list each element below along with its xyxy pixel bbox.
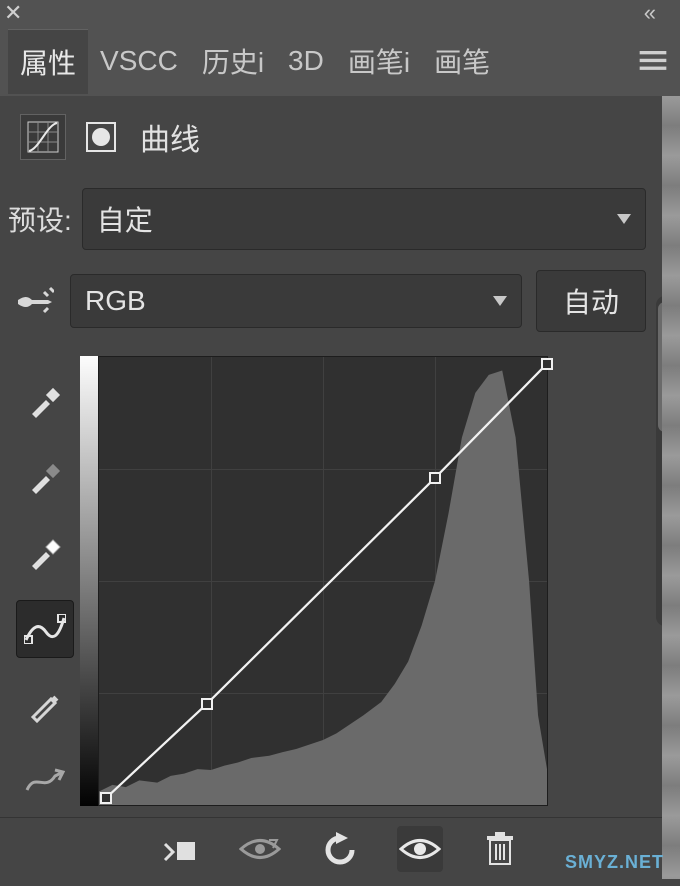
preset-select[interactable]: 自定	[82, 188, 646, 250]
curve-edit-icon[interactable]	[16, 600, 74, 658]
document-edge-sliver	[662, 96, 680, 879]
panel-menu-icon[interactable]	[630, 38, 676, 84]
curve-canvas[interactable]	[98, 356, 548, 806]
curve-point[interactable]	[429, 472, 441, 484]
channel-select[interactable]: RGB	[70, 274, 522, 328]
eyedropper-gray-icon[interactable]	[16, 448, 74, 506]
adjustment-bottom-bar	[0, 817, 680, 879]
properties-panel: 曲线 预设: 自定 RGB 自动	[0, 96, 680, 886]
topbar: «	[0, 0, 680, 26]
smooth-icon[interactable]	[16, 752, 74, 810]
curve-point[interactable]	[201, 698, 213, 710]
eyedropper-black-icon[interactable]	[16, 372, 74, 430]
curve-side-tools	[10, 350, 80, 886]
tab-properties[interactable]: 属性	[8, 29, 88, 94]
chevron-down-icon	[493, 296, 507, 306]
curve-point[interactable]	[541, 358, 553, 370]
tab-brush-settings[interactable]: 画笔i	[336, 29, 422, 93]
reset-icon[interactable]	[317, 826, 363, 872]
chevron-down-icon	[617, 214, 631, 224]
curve-line	[99, 357, 547, 805]
auto-button[interactable]: 自动	[536, 270, 646, 332]
clip-to-layer-icon[interactable]	[157, 826, 203, 872]
vertical-gradient	[80, 356, 98, 806]
tab-history[interactable]: 历史i	[190, 29, 276, 93]
eyedropper-white-icon[interactable]	[16, 524, 74, 582]
layer-mask-icon[interactable]	[78, 114, 124, 160]
close-panel-icon[interactable]: ✕	[4, 0, 22, 26]
collapse-arrows-icon[interactable]: «	[644, 0, 650, 26]
curves-adjustment-icon[interactable]	[20, 114, 66, 160]
preset-value: 自定	[97, 199, 153, 239]
tab-3d[interactable]: 3D	[276, 33, 336, 89]
tab-vsco[interactable]: VSCC	[88, 33, 190, 89]
panel-tabs: 属性 VSCC 历史i 3D 画笔i 画笔	[0, 26, 680, 96]
preset-label: 预设:	[8, 199, 72, 239]
targeted-adjustment-icon[interactable]	[12, 280, 56, 322]
channel-value: RGB	[85, 285, 146, 317]
panel-title: 曲线	[140, 115, 200, 159]
tab-brushes[interactable]: 画笔	[422, 29, 502, 93]
visibility-icon[interactable]	[397, 826, 443, 872]
curve-point[interactable]	[100, 792, 112, 804]
pencil-icon[interactable]	[16, 676, 74, 734]
trash-icon[interactable]	[477, 826, 523, 872]
toggle-preview-icon[interactable]	[237, 826, 283, 872]
